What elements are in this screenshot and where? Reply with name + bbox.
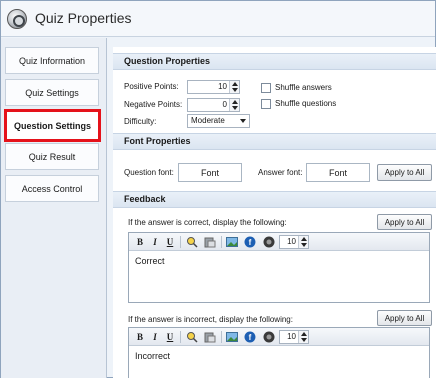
sound-icon[interactable]	[263, 331, 275, 343]
question-font-button[interactable]: Font	[178, 163, 242, 182]
answer-font-button[interactable]: Font	[306, 163, 370, 182]
sidebar-item-quiz-settings[interactable]: Quiz Settings	[5, 79, 99, 106]
bold-button[interactable]: B	[134, 236, 146, 248]
underline-button[interactable]: U	[164, 236, 176, 248]
shuffle-answers-label: Shuffle answers	[275, 83, 332, 92]
content-panel: Question Properties Positive Points: 10 …	[113, 47, 436, 378]
image-icon[interactable]	[226, 236, 238, 248]
spinner-arrows-icon[interactable]	[298, 331, 308, 343]
correct-feedback-editor[interactable]: B I U f 10 Correct	[128, 232, 430, 303]
paste-icon[interactable]	[204, 236, 216, 248]
shuffle-questions-label: Shuffle questions	[275, 99, 337, 108]
shuffle-questions-checkbox[interactable]	[261, 99, 271, 109]
spinner-arrows-icon[interactable]	[229, 81, 239, 93]
italic-button[interactable]: I	[149, 236, 161, 248]
chevron-down-icon	[240, 119, 246, 123]
negative-points-stepper[interactable]: 0	[187, 98, 240, 112]
toolbar-separator	[221, 331, 222, 343]
difficulty-select[interactable]: Moderate	[187, 114, 250, 128]
feedback-header: Feedback	[113, 191, 436, 208]
answer-font-label: Answer font:	[258, 168, 303, 177]
flash-icon[interactable]: f	[244, 331, 256, 343]
gear-icon	[7, 9, 27, 29]
sidebar-item-question-settings[interactable]: Question Settings	[4, 109, 101, 142]
font-size-stepper[interactable]: 10	[279, 330, 309, 344]
correct-editor-toolbar: B I U f 10	[129, 233, 429, 251]
font-apply-to-all-button[interactable]: Apply to All	[377, 164, 432, 181]
incorrect-feedback-editor[interactable]: B I U f 10 Incorrect	[128, 327, 430, 378]
positive-points-stepper[interactable]: 10	[187, 80, 240, 94]
incorrect-editor-toolbar: B I U f 10	[129, 328, 429, 346]
quiz-properties-window: Quiz Properties Quiz Information Quiz Se…	[0, 0, 436, 378]
svg-text:f: f	[249, 238, 252, 247]
correct-feedback-text[interactable]: Correct	[135, 256, 165, 266]
sidebar-item-quiz-result[interactable]: Quiz Result	[5, 143, 99, 170]
negative-points-value: 0	[222, 100, 227, 109]
image-icon[interactable]	[226, 331, 238, 343]
question-properties-header: Question Properties	[113, 53, 436, 70]
paste-icon[interactable]	[204, 331, 216, 343]
difficulty-label: Difficulty:	[124, 117, 157, 126]
sidebar-item-quiz-information[interactable]: Quiz Information	[5, 47, 99, 74]
correct-apply-to-all-button[interactable]: Apply to All	[377, 214, 432, 230]
toolbar-separator	[180, 331, 181, 343]
italic-button[interactable]: I	[149, 331, 161, 343]
toolbar-separator	[180, 236, 181, 248]
positive-points-label: Positive Points:	[124, 82, 179, 91]
font-size-value: 10	[287, 237, 296, 246]
shuffle-answers-checkbox[interactable]	[261, 83, 271, 93]
spinner-arrows-icon[interactable]	[229, 99, 239, 111]
font-properties-header: Font Properties	[113, 133, 436, 150]
sidebar-item-access-control[interactable]: Access Control	[5, 175, 99, 202]
negative-points-label: Negative Points:	[124, 100, 183, 109]
svg-text:f: f	[249, 333, 252, 342]
sound-icon[interactable]	[263, 236, 275, 248]
window-title: Quiz Properties	[35, 10, 132, 26]
underline-button[interactable]: U	[164, 331, 176, 343]
difficulty-value: Moderate	[191, 116, 225, 125]
find-replace-icon[interactable]	[186, 236, 198, 248]
incorrect-apply-to-all-button[interactable]: Apply to All	[377, 310, 432, 326]
question-font-label: Question font:	[124, 168, 174, 177]
toolbar-separator	[221, 236, 222, 248]
incorrect-feedback-text[interactable]: Incorrect	[135, 351, 170, 361]
flash-icon[interactable]: f	[244, 236, 256, 248]
correct-feedback-label: If the answer is correct, display the fo…	[128, 218, 287, 227]
font-size-value: 10	[287, 332, 296, 341]
font-size-stepper[interactable]: 10	[279, 235, 309, 249]
incorrect-feedback-label: If the answer is incorrect, display the …	[128, 315, 293, 324]
positive-points-value: 10	[218, 82, 227, 91]
title-bar: Quiz Properties	[1, 1, 435, 37]
find-replace-icon[interactable]	[186, 331, 198, 343]
sidebar: Quiz Information Quiz Settings Question …	[1, 38, 107, 378]
spinner-arrows-icon[interactable]	[298, 236, 308, 248]
bold-button[interactable]: B	[134, 331, 146, 343]
